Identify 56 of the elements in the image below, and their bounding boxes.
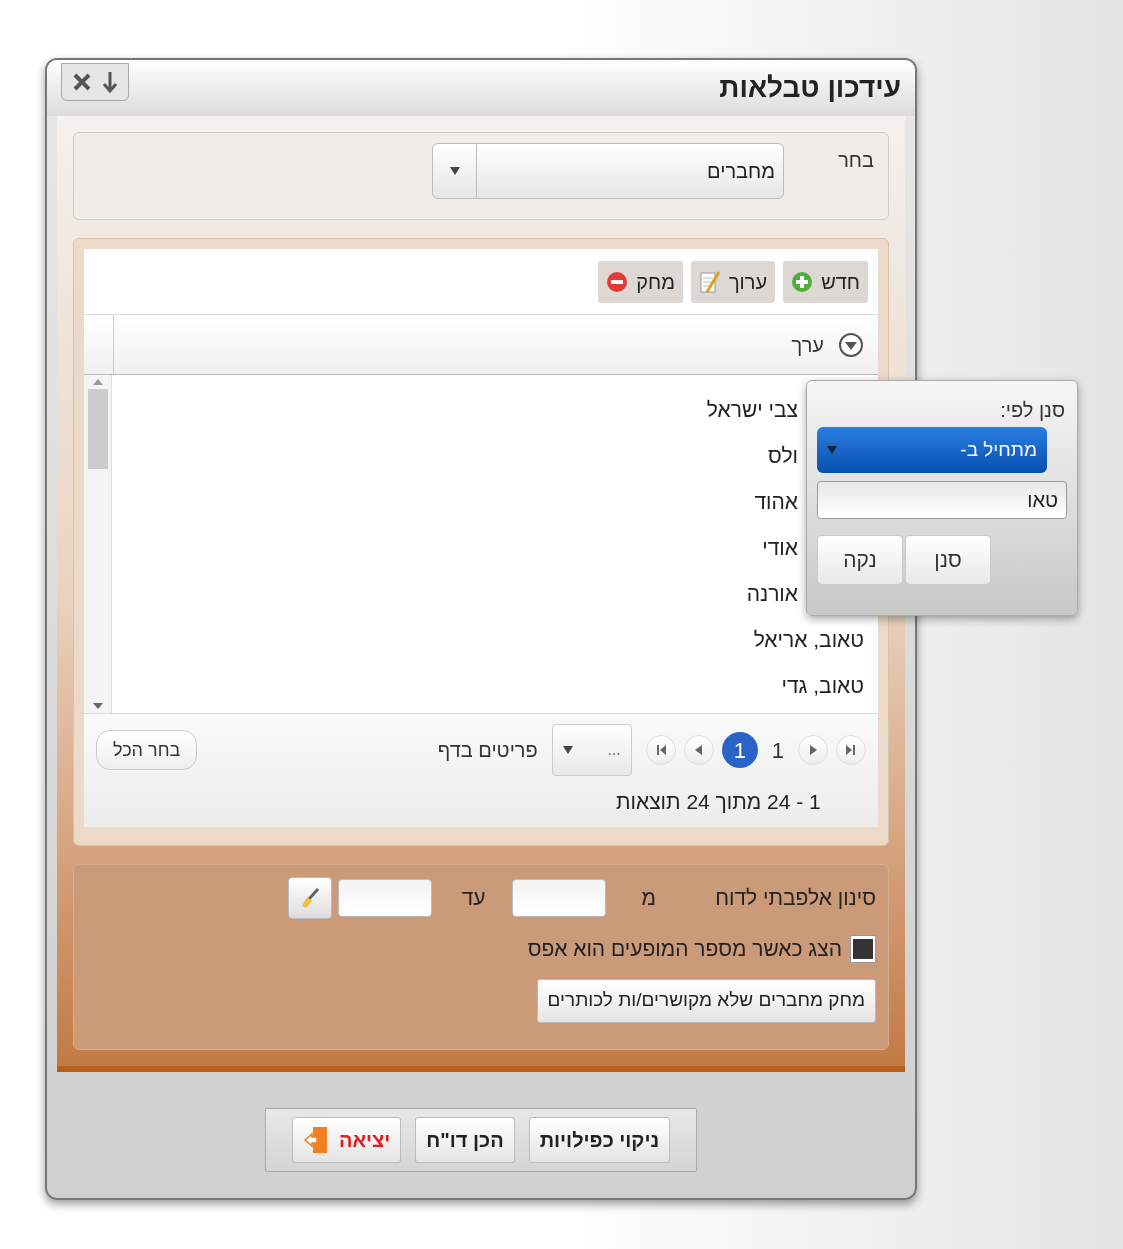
- select-label: בחר: [837, 148, 874, 173]
- table-cell[interactable]: ולס: [768, 440, 798, 472]
- first-page-button[interactable]: [645, 735, 676, 765]
- operator-dropdown[interactable]: מתחיל ב-: [817, 427, 1047, 473]
- scrollbar[interactable]: [84, 375, 112, 713]
- notepad-pencil-icon: [698, 269, 721, 294]
- close-icon[interactable]: [72, 72, 92, 92]
- table-cell[interactable]: טאוב, גדי: [781, 670, 864, 702]
- select-all-button[interactable]: בחר הכל: [96, 730, 198, 770]
- skip-start-icon: [655, 745, 666, 755]
- minus-icon: [606, 270, 629, 293]
- next-page-button[interactable]: [798, 735, 828, 765]
- last-page-button[interactable]: [836, 735, 866, 765]
- filter-value-input[interactable]: טאו: [817, 481, 1067, 519]
- scrollbar-thumb[interactable]: [87, 389, 108, 469]
- filter-icon[interactable]: [838, 331, 864, 358]
- toolbar-button[interactable]: ערוך: [690, 260, 776, 303]
- left-triangle-icon: [695, 745, 703, 755]
- checkbox[interactable]: [850, 934, 876, 963]
- from-label: מ: [641, 885, 656, 912]
- dropdown-arrow-icon: [562, 746, 573, 754]
- plus-icon: [791, 270, 814, 293]
- results-summary: 1 - 24 מתוך 24 תוצאות: [616, 789, 821, 815]
- scroll-down-icon[interactable]: [92, 703, 103, 709]
- alpha-filter-label: סינון אלפבתי לדוח: [714, 885, 876, 912]
- dropdown-arrow-icon: [449, 167, 460, 175]
- table-dropdown[interactable]: מחברים: [432, 143, 784, 199]
- to-label: עד: [461, 885, 486, 912]
- skip-end-icon: [846, 745, 856, 755]
- table-cell[interactable]: אורנה: [746, 578, 798, 610]
- page-size-label: פריטים בדף: [437, 738, 538, 763]
- table-cell[interactable]: טאוב, אריאל: [753, 624, 864, 656]
- toolbar-button[interactable]: מחק: [598, 260, 683, 303]
- page-button[interactable]: 1: [721, 732, 758, 768]
- filter-popup-button[interactable]: סנן: [905, 535, 991, 585]
- filter-label: סנן לפי:: [999, 398, 1065, 423]
- table-cell[interactable]: אהוד: [754, 486, 798, 518]
- filter-popup-button[interactable]: נקה: [817, 535, 903, 585]
- window-title: עידכון טבלאות: [719, 71, 901, 105]
- table-cell[interactable]: צבי ישראל: [706, 394, 798, 426]
- to-input[interactable]: [337, 879, 432, 917]
- right-triangle-icon: [809, 745, 817, 755]
- scroll-up-icon[interactable]: [92, 379, 103, 385]
- footer-button[interactable]: הכן דו"ח: [415, 1117, 515, 1163]
- table-cell[interactable]: אודי: [762, 532, 798, 564]
- checkbox-label: הצג כאשר מספר המופעים הוא אפס: [527, 936, 842, 962]
- footer-button[interactable]: ניקוי כפילויות: [528, 1117, 671, 1163]
- previous-page-button[interactable]: [683, 735, 714, 765]
- footer-button[interactable]: יציאה: [291, 1117, 402, 1163]
- toolbar-button[interactable]: חדש: [783, 260, 868, 303]
- page-text: 1: [770, 736, 785, 765]
- down-arrow-icon[interactable]: [102, 71, 118, 93]
- from-input[interactable]: [511, 879, 606, 917]
- page-size-dropdown[interactable]: ...: [551, 724, 632, 776]
- delete-unlinked-button[interactable]: מחק מחברים שלא מקושרים/ות לכותרים: [536, 978, 876, 1023]
- dropdown-arrow-icon: [827, 446, 837, 454]
